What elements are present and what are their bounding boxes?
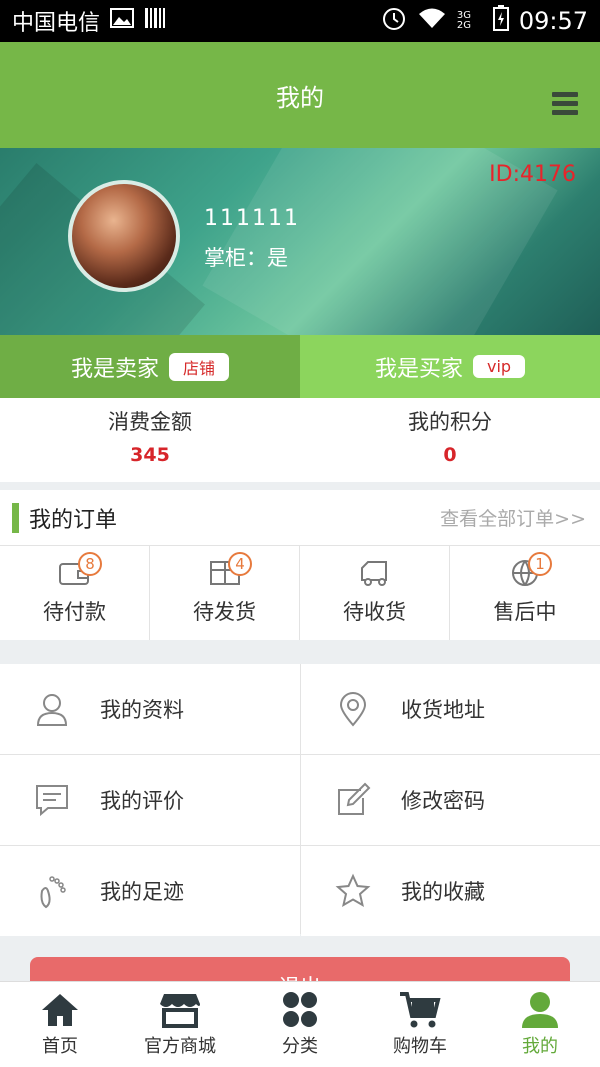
menu-label: 收货地址 [401,698,485,722]
status-bar: 中国电信 3G 2G 09:57 [0,0,600,42]
order-pending-payment[interactable]: 待付款 8 [0,546,150,640]
nav-home[interactable]: 首页 [0,982,120,1067]
menu-item-footprints[interactable]: 我的足迹 [0,846,300,936]
nav-label: 购物车 [393,1036,447,1057]
shop-tag: 店铺 [169,352,230,381]
cart-icon [400,992,441,1028]
menu-item-address[interactable]: 收货地址 [301,664,600,754]
user-icon [36,694,68,726]
wifi-icon [417,6,447,36]
order-label: 待收货 [343,600,406,624]
seller-label: 我是卖家 [70,356,159,382]
menu-label: 我的资料 [100,698,184,722]
count-badge: 4 [228,552,252,576]
app-header: 我的 [0,42,600,148]
battery-icon [492,5,509,37]
avatar[interactable] [68,180,180,292]
order-label: 售后中 [493,600,557,624]
buyer-label: 我是买家 [374,356,463,382]
order-pending-shipment[interactable]: 待发货 4 [150,546,300,640]
seller-tab[interactable]: 我是卖家 店铺 [0,335,300,398]
vip-tag: vip [472,355,526,378]
nav-category[interactable]: 分类 [240,982,360,1067]
truck-icon [360,561,387,586]
nav-mine[interactable]: 我的 [480,982,600,1067]
network-type-label: 3G 2G [456,10,471,31]
count-badge: 8 [78,552,102,576]
shopkeeper-status: 掌柜：是 [204,246,288,270]
star-icon [335,873,371,908]
image-notification-icon [110,8,135,34]
stat-label: 我的积分 [408,410,492,434]
stats-panel: 消费金额 345 我的积分 0 [0,398,600,482]
menu-item-reviews[interactable]: 我的评价 [0,755,300,845]
barcode-icon [144,7,166,35]
username: 111111 [204,206,300,231]
stat-points[interactable]: 我的积分 0 [300,398,600,482]
menu-label: 修改密码 [401,789,485,813]
carrier-name: 中国电信 [12,11,101,36]
stat-value: 345 [130,444,170,466]
stat-label: 消费金额 [108,410,192,434]
buyer-tab[interactable]: 我是买家 vip [300,335,600,398]
nav-label: 分类 [282,1036,318,1057]
bottom-nav: 首页 官方商城 分类 购物车 我的 [0,981,600,1067]
alarm-icon [381,5,407,37]
nav-cart[interactable]: 购物车 [360,982,480,1067]
person-icon [522,992,558,1028]
home-icon [42,994,78,1026]
stat-value: 0 [443,444,457,466]
order-after-sales[interactable]: 售后中 1 [450,546,600,640]
orders-title: 我的订单 [29,507,118,533]
menu-label: 我的足迹 [100,880,184,904]
section-marker [12,502,19,533]
menu-item-favorites[interactable]: 我的收藏 [301,846,600,936]
menu-label: 我的评价 [100,789,184,813]
order-label: 待付款 [43,600,106,624]
location-pin-icon [339,692,367,727]
clock-time: 09:57 [518,7,588,35]
view-all-orders-link[interactable]: 查看全部订单>> [440,504,586,531]
category-icon [283,992,317,1027]
count-badge: 1 [528,552,552,576]
menu-item-profile[interactable]: 我的资料 [0,664,300,754]
nav-label: 首页 [42,1036,78,1057]
menu-icon[interactable] [552,92,578,116]
footprint-icon [40,876,66,909]
nav-label: 官方商城 [144,1036,216,1057]
user-id: ID:4176 [489,162,576,187]
store-icon [160,994,200,1028]
menu-item-change-password[interactable]: 修改密码 [301,755,600,845]
nav-store[interactable]: 官方商城 [120,982,240,1067]
menu-label: 我的收藏 [401,880,485,904]
edit-icon [338,782,371,815]
profile-banner: ID:4176 111111 掌柜：是 [0,148,600,335]
page-title: 我的 [276,83,324,112]
order-pending-receipt[interactable]: 待收货 [300,546,450,640]
order-status-row: 待付款 8 待发货 4 待收货 售后中 1 [0,546,600,640]
order-label: 待发货 [193,600,256,624]
menu-grid: 我的资料 收货地址 我的评价 修改密码 我的足迹 我的收藏 [0,664,600,936]
role-switcher: 我是卖家 店铺 我是买家 vip [0,335,600,398]
nav-label: 我的 [522,1036,558,1057]
comment-icon [36,785,68,817]
orders-header: 我的订单 查看全部订单>> [0,490,600,546]
stat-spending[interactable]: 消费金额 345 [0,398,300,482]
